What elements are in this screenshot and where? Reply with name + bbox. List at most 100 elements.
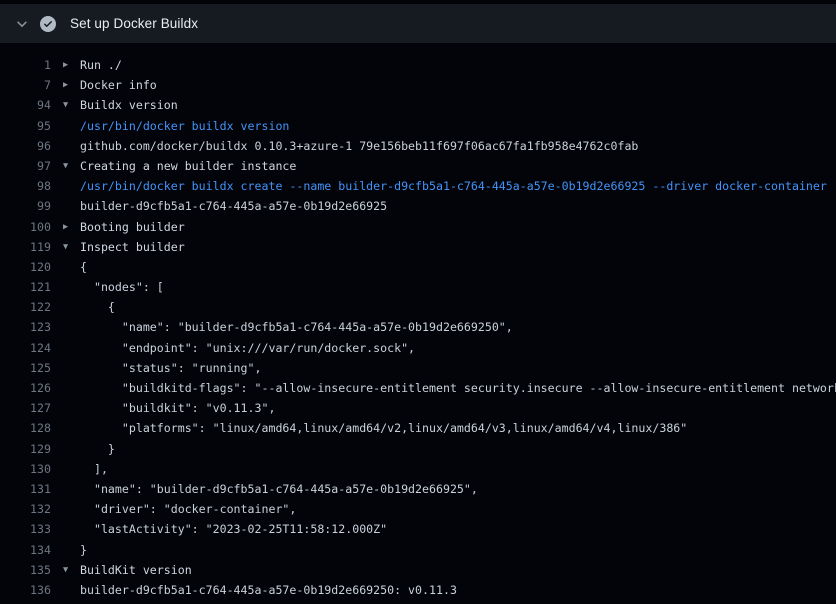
log-group-row[interactable]: 94▼Buildx version bbox=[0, 95, 836, 115]
log-line-row: 122 { bbox=[0, 297, 836, 317]
gutter-spacer bbox=[51, 338, 80, 358]
log-group-row[interactable]: 135▼BuildKit version bbox=[0, 560, 836, 580]
group-title: Inspect builder bbox=[80, 237, 185, 257]
log-group-row[interactable]: 97▼Creating a new builder instance bbox=[0, 156, 836, 176]
line-number[interactable]: 126 bbox=[0, 378, 51, 398]
line-number[interactable]: 100 bbox=[0, 217, 51, 237]
log-line-row: 123 "name": "builder-d9cfb5a1-c764-445a-… bbox=[0, 317, 836, 337]
gutter-spacer bbox=[51, 479, 80, 499]
gutter-spacer bbox=[51, 358, 80, 378]
line-number[interactable]: 131 bbox=[0, 479, 51, 499]
triangle-right-icon[interactable]: ▶ bbox=[51, 75, 80, 95]
triangle-down-icon[interactable]: ▼ bbox=[51, 560, 80, 580]
check-circle-icon bbox=[40, 16, 56, 32]
line-number[interactable]: 94 bbox=[0, 95, 51, 115]
gutter-spacer bbox=[51, 378, 80, 398]
line-number[interactable]: 119 bbox=[0, 237, 51, 257]
log-line-row: 134} bbox=[0, 540, 836, 560]
line-number[interactable]: 127 bbox=[0, 398, 51, 418]
line-number[interactable]: 98 bbox=[0, 176, 51, 196]
gutter-spacer bbox=[51, 519, 80, 539]
line-number[interactable]: 7 bbox=[0, 75, 51, 95]
group-title: Docker info bbox=[80, 75, 157, 95]
triangle-down-icon[interactable]: ▼ bbox=[51, 237, 80, 257]
log-text: "lastActivity": "2023-02-25T11:58:12.000… bbox=[80, 519, 387, 539]
command-text: /usr/bin/docker buildx create --name bui… bbox=[80, 176, 827, 196]
log-line-row: 128 "platforms": "linux/amd64,linux/amd6… bbox=[0, 418, 836, 438]
log-text: "driver": "docker-container", bbox=[80, 499, 296, 519]
line-number[interactable]: 134 bbox=[0, 540, 51, 560]
triangle-down-icon[interactable]: ▼ bbox=[51, 156, 80, 176]
line-number[interactable]: 123 bbox=[0, 317, 51, 337]
log-text: github.com/docker/buildx 0.10.3+azure-1 … bbox=[80, 136, 638, 156]
gutter-spacer bbox=[51, 317, 80, 337]
log-line-row: 121 "nodes": [ bbox=[0, 277, 836, 297]
log-text: builder-d9cfb5a1-c764-445a-a57e-0b19d2e6… bbox=[80, 196, 387, 216]
log-text: "buildkit": "v0.11.3", bbox=[80, 398, 275, 418]
log-text: } bbox=[80, 540, 87, 560]
log-line-row: 126 "buildkitd-flags": "--allow-insecure… bbox=[0, 378, 836, 398]
line-number[interactable]: 133 bbox=[0, 519, 51, 539]
log-text: builder-d9cfb5a1-c764-445a-a57e-0b19d2e6… bbox=[80, 580, 457, 600]
gutter-spacer bbox=[51, 297, 80, 317]
log-group-row[interactable]: 1▶Run ./ bbox=[0, 55, 836, 75]
line-number[interactable]: 99 bbox=[0, 196, 51, 216]
line-number[interactable]: 136 bbox=[0, 580, 51, 600]
log-line-row: 125 "status": "running", bbox=[0, 358, 836, 378]
log-text: ], bbox=[80, 459, 108, 479]
log-line-row: 133 "lastActivity": "2023-02-25T11:58:12… bbox=[0, 519, 836, 539]
log-line-row: 130 ], bbox=[0, 459, 836, 479]
group-title: BuildKit version bbox=[80, 560, 192, 580]
log-line-row: 99 builder-d9cfb5a1-c764-445a-a57e-0b19d2… bbox=[0, 196, 836, 216]
gutter-spacer bbox=[51, 439, 80, 459]
log-line-row: 132 "driver": "docker-container", bbox=[0, 499, 836, 519]
gutter-spacer bbox=[51, 459, 80, 479]
log-text: "status": "running", bbox=[80, 358, 261, 378]
log-group-row[interactable]: 119▼Inspect builder bbox=[0, 237, 836, 257]
line-number[interactable]: 95 bbox=[0, 116, 51, 136]
triangle-right-icon[interactable]: ▶ bbox=[51, 55, 80, 75]
gutter-spacer bbox=[51, 116, 80, 136]
line-number[interactable]: 122 bbox=[0, 297, 51, 317]
line-number[interactable]: 125 bbox=[0, 358, 51, 378]
log-line-row: 96 github.com/docker/buildx 0.10.3+azure-… bbox=[0, 136, 836, 156]
log-group-row[interactable]: 7▶Docker info bbox=[0, 75, 836, 95]
line-number[interactable]: 130 bbox=[0, 459, 51, 479]
step-title: Set up Docker Buildx bbox=[70, 16, 198, 31]
gutter-spacer bbox=[51, 499, 80, 519]
log-line-row: 124 "endpoint": "unix:///var/run/docker.… bbox=[0, 338, 836, 358]
log-text: "platforms": "linux/amd64,linux/amd64/v2… bbox=[80, 418, 687, 438]
step-header[interactable]: Set up Docker Buildx bbox=[0, 4, 836, 43]
gutter-spacer bbox=[51, 196, 80, 216]
gutter-spacer bbox=[51, 398, 80, 418]
log-text: "endpoint": "unix:///var/run/docker.sock… bbox=[80, 338, 415, 358]
line-number[interactable]: 121 bbox=[0, 277, 51, 297]
log-line-row: 95/usr/bin/docker buildx version bbox=[0, 116, 836, 136]
line-number[interactable]: 132 bbox=[0, 499, 51, 519]
group-title: Booting builder bbox=[80, 217, 185, 237]
triangle-down-icon[interactable]: ▼ bbox=[51, 95, 80, 115]
log-line-row: 131 "name": "builder-d9cfb5a1-c764-445a-… bbox=[0, 479, 836, 499]
triangle-right-icon[interactable]: ▶ bbox=[51, 217, 80, 237]
log-text: { bbox=[80, 257, 87, 277]
line-number[interactable]: 124 bbox=[0, 338, 51, 358]
line-number[interactable]: 135 bbox=[0, 560, 51, 580]
log-text: "name": "builder-d9cfb5a1-c764-445a-a57e… bbox=[80, 479, 478, 499]
gutter-spacer bbox=[51, 580, 80, 600]
log-line-row: 136 builder-d9cfb5a1-c764-445a-a57e-0b19d… bbox=[0, 580, 836, 600]
line-number[interactable]: 120 bbox=[0, 257, 51, 277]
group-title: Creating a new builder instance bbox=[80, 156, 296, 176]
log-text: { bbox=[80, 297, 115, 317]
chevron-down-icon[interactable] bbox=[14, 16, 30, 32]
line-number[interactable]: 128 bbox=[0, 418, 51, 438]
gutter-spacer bbox=[51, 540, 80, 560]
command-text: /usr/bin/docker buildx version bbox=[80, 116, 289, 136]
log-group-row[interactable]: 100▶Booting builder bbox=[0, 217, 836, 237]
gutter-spacer bbox=[51, 136, 80, 156]
line-number[interactable]: 96 bbox=[0, 136, 51, 156]
line-number[interactable]: 129 bbox=[0, 439, 51, 459]
log-text: "buildkitd-flags": "--allow-insecure-ent… bbox=[80, 378, 836, 398]
gutter-spacer bbox=[51, 418, 80, 438]
line-number[interactable]: 97 bbox=[0, 156, 51, 176]
line-number[interactable]: 1 bbox=[0, 55, 51, 75]
